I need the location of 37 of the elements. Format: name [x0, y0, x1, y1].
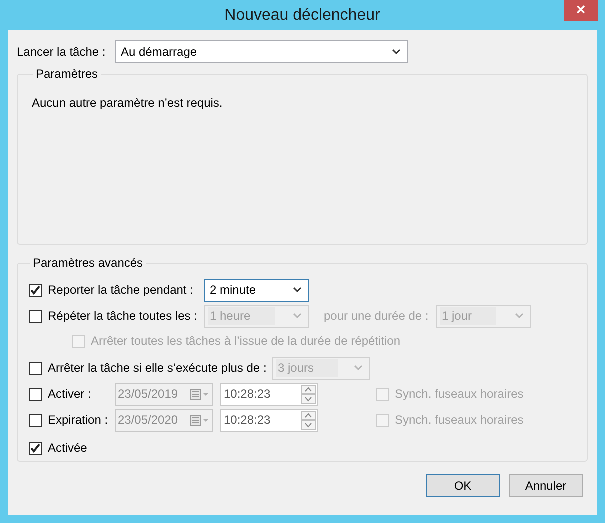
calendar-icon: [190, 388, 210, 400]
caret-icon: [354, 365, 363, 371]
caret-icon: [293, 287, 302, 293]
checkbox[interactable]: [29, 414, 42, 426]
checkbox[interactable]: [29, 442, 42, 454]
time-field[interactable]: 10:28:23: [220, 382, 318, 406]
spinner-icon: [301, 384, 316, 404]
caret-icon: [392, 48, 401, 54]
checkbox[interactable]: [29, 388, 42, 400]
checkbox-label: Activer :: [48, 386, 92, 403]
checkbox-label: Arrêter la tâche si elle s’exécute plus de :: [48, 360, 267, 377]
checkbox-label: Synch. fuseaux horaires: [395, 386, 524, 403]
group-title: Paramètres avancés: [32, 255, 144, 272]
checkmark-icon: [30, 284, 41, 296]
checkbox-label: Synch. fuseaux horaires: [395, 412, 524, 429]
checkbox-label: Reporter la tâche pendant :: [48, 282, 194, 299]
dialog-button[interactable]: OK: [426, 474, 500, 497]
field-label: Lancer la tâche :: [17, 44, 107, 60]
dropdown[interactable]: 2 minute: [204, 278, 309, 302]
time-field[interactable]: 10:28:23: [220, 408, 318, 432]
checkmark-icon: [30, 442, 41, 454]
checkbox-label: Activée: [48, 440, 88, 457]
close-button[interactable]: ×: [564, 0, 598, 21]
caret-icon: [293, 313, 302, 319]
spinner-icon: [301, 410, 316, 430]
checkbox-label: Expiration :: [48, 412, 108, 429]
window-title: Nouveau déclencheur: [224, 6, 382, 26]
checkbox-label: Répéter la tâche toutes les :: [48, 308, 198, 325]
checkbox[interactable]: [29, 284, 42, 296]
calendar-icon: [190, 414, 210, 426]
info-text: Aucun autre paramètre n’est requis.: [32, 95, 224, 112]
checkbox-label: Arrêter toutes les tâches à l’issue de la durée de répétition: [91, 333, 401, 350]
group-title: Paramètres: [35, 66, 100, 83]
field-label: pour une durée de :: [324, 308, 430, 325]
dialog-button[interactable]: Annuler: [509, 474, 583, 497]
dropdown[interactable]: Au démarrage: [115, 40, 408, 63]
caret-icon: [515, 313, 524, 319]
